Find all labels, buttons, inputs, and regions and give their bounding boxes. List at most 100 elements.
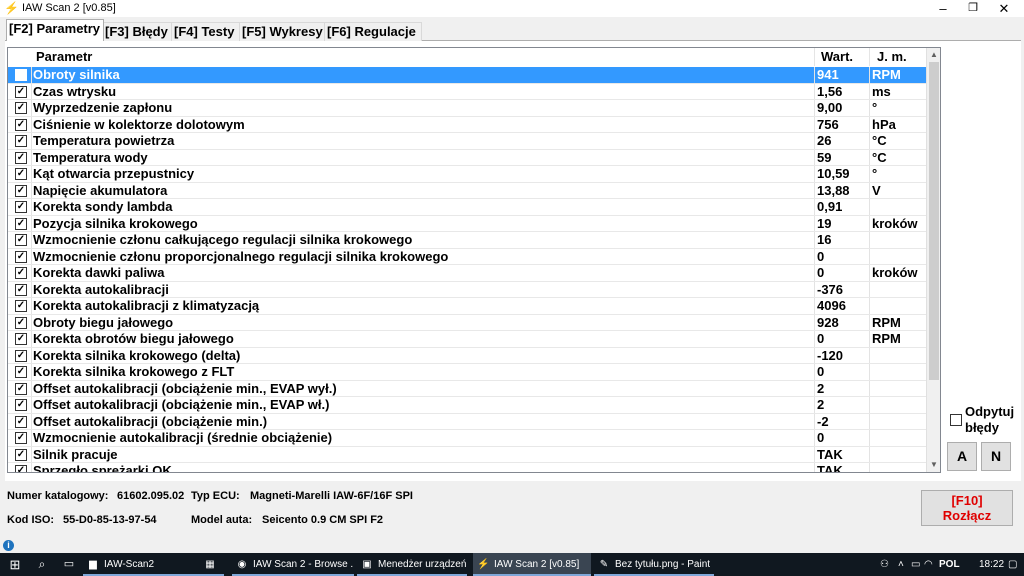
row-checkbox[interactable]: ✓ (15, 151, 27, 164)
start-windows-icon[interactable]: ⊞ (0, 553, 30, 576)
header-wart[interactable]: Wart. (821, 48, 853, 66)
header-parametr[interactable]: Parametr (36, 48, 92, 66)
search-icon[interactable]: ⌕ (30, 553, 54, 576)
notifications-icon[interactable]: ▢ (1008, 553, 1017, 576)
car-model-value: Seicento 0.9 CM SPI F2 (262, 514, 384, 526)
minimize-button[interactable]: – (927, 0, 959, 17)
table-row[interactable]: ✓ Pozycja silnika krokowego 19 kroków (8, 215, 928, 232)
parameter-table[interactable]: Parametr Wart. J. m. ✓ Obroty silnika 941 R… (7, 47, 941, 473)
table-row[interactable]: ✓ Offset autokalibracji (obciążenie min.,… (8, 397, 928, 414)
row-checkbox[interactable]: ✓ (15, 102, 27, 114)
row-checkbox[interactable]: ✓ (15, 382, 27, 395)
table-row[interactable]: ✓ Offset autokalibracji (obciążenie min.,… (8, 380, 928, 397)
row-checkbox[interactable]: ✓ (15, 448, 27, 461)
row-checkbox[interactable]: ✓ (15, 85, 27, 98)
people-icon[interactable]: ⚇ (880, 553, 889, 576)
row-checkbox[interactable]: ✓ (15, 316, 27, 329)
table-row[interactable]: ✓ Korekta silnika krokowego (delta) -120 (8, 347, 928, 364)
param-unit: °C (872, 133, 887, 148)
header-jm[interactable]: J. m. (877, 48, 907, 66)
table-row[interactable]: ✓ Temperatura wody 59 °C (8, 149, 928, 166)
taskbar-app[interactable]: ▦ (200, 553, 224, 576)
tray-chevron-icon[interactable]: ˄ (898, 553, 904, 576)
tab-bledy[interactable]: [F3] Błędy (102, 22, 174, 41)
table-row[interactable]: ✓ Obroty silnika 941 RPM (8, 67, 928, 84)
tab-testy[interactable]: [F4] Testy (171, 22, 242, 41)
param-value: -2 (817, 413, 829, 429)
table-row[interactable]: ✓ Obroty biegu jałowego 928 RPM (8, 314, 928, 331)
scroll-up-icon[interactable]: ▲ (927, 48, 940, 62)
odpytuj-bledy-checkbox[interactable] (950, 414, 962, 426)
row-checkbox[interactable]: ✓ (15, 300, 27, 312)
table-row[interactable]: ✓ Ciśnienie w kolektorze dolotowym 756 hPa (8, 116, 928, 133)
row-checkbox[interactable]: ✓ (15, 135, 27, 147)
a-button[interactable]: A (947, 442, 977, 471)
tab-wykresy[interactable]: [F5] Wykresy (239, 22, 327, 41)
taskbar-app[interactable]: ◉ IAW Scan 2 - Browse ... (232, 553, 354, 576)
taskbar-app[interactable]: ⚡ IAW Scan 2 [v0.85] (473, 553, 591, 576)
close-button[interactable]: ✕ (988, 0, 1020, 17)
taskbar-app-label: IAW Scan 2 - Browse ... (253, 559, 354, 570)
row-checkbox[interactable]: ✓ (15, 267, 27, 279)
taskbar-app[interactable]: ▆ IAW-Scan2 (83, 553, 203, 576)
table-row[interactable]: ✓ Korekta dawki paliwa 0 kroków (8, 265, 928, 282)
table-row[interactable]: ✓ Wzmocnienie autokalibracji (średnie obc… (8, 430, 928, 447)
column-divider[interactable] (869, 48, 870, 66)
row-checkbox[interactable]: ✓ (15, 69, 27, 81)
row-checkbox[interactable]: ✓ (15, 333, 27, 345)
row-checkbox[interactable]: ✓ (15, 234, 27, 246)
table-row[interactable]: ✓ Offset autokalibracji (obciążenie min.)… (8, 413, 928, 430)
scroll-thumb[interactable] (929, 62, 939, 380)
row-checkbox[interactable]: ✓ (15, 168, 27, 180)
clock[interactable]: 18:22 (979, 553, 1004, 576)
row-checkbox[interactable]: ✓ (15, 366, 27, 378)
title-bar: ⚡ IAW Scan 2 [v0.85] – ❐ ✕ (0, 0, 1024, 17)
table-row[interactable]: ✓ Wzmocnienie członu całkującego regulacj… (8, 232, 928, 249)
wifi-icon[interactable]: ◠ (924, 553, 933, 576)
row-checkbox[interactable]: ✓ (15, 399, 27, 411)
row-checkbox[interactable]: ✓ (15, 415, 27, 428)
row-checkbox[interactable]: ✓ (15, 201, 27, 213)
device-manager-icon: ▣ (362, 559, 372, 570)
maximize-button[interactable]: ❐ (957, 0, 989, 17)
column-divider[interactable] (814, 48, 815, 66)
taskbar-app[interactable]: ✎ Bez tytułu.png - Paint (594, 553, 714, 576)
param-unit (872, 232, 927, 248)
table-row[interactable]: ✓ Temperatura powietrza 26 °C (8, 133, 928, 150)
table-row[interactable]: ✓ Wzmocnienie członu proporcjonalnego reg… (8, 248, 928, 265)
disconnect-button[interactable]: [F10] Rozłącz (921, 490, 1013, 526)
taskbar-app[interactable]: ▣ Menedżer urządzeń (357, 553, 467, 576)
battery-icon[interactable]: ▭ (911, 553, 920, 576)
table-row[interactable]: ✓ Korekta silnika krokowego z FLT 0 (8, 364, 928, 381)
row-checkbox[interactable]: ✓ (15, 349, 27, 362)
table-row[interactable]: ✓ Wyprzedzenie zapłonu 9,00 ° (8, 100, 928, 117)
row-checkbox[interactable]: ✓ (15, 465, 27, 472)
param-value: 1,56 (817, 83, 843, 99)
task-view-icon[interactable]: ▭ (58, 553, 80, 576)
table-row[interactable]: ✓ Silnik pracuje TAK (8, 446, 928, 463)
row-checkbox[interactable]: ✓ (15, 432, 27, 444)
param-value: 10,59 (817, 166, 850, 181)
table-row[interactable]: ✓ Korekta obrotów biegu jałowego 0 RPM (8, 331, 928, 348)
info-icon[interactable]: i (3, 540, 14, 551)
row-checkbox[interactable]: ✓ (15, 118, 27, 131)
tab-parametry[interactable]: [F2] Parametry (6, 19, 104, 41)
n-button[interactable]: N (981, 442, 1011, 471)
row-checkbox[interactable]: ✓ (15, 184, 27, 197)
scroll-down-icon[interactable]: ▼ (927, 458, 940, 472)
tab-regulacje[interactable]: [F6] Regulacje (324, 22, 422, 41)
table-row[interactable]: ✓ Czas wtrysku 1,56 ms (8, 83, 928, 100)
param-value: TAK (817, 463, 843, 473)
row-checkbox[interactable]: ✓ (15, 250, 27, 263)
table-row[interactable]: ✓ Korekta autokalibracji -376 (8, 281, 928, 298)
row-checkbox[interactable]: ✓ (15, 283, 27, 296)
table-row[interactable]: ✓ Korekta sondy lambda 0,91 (8, 199, 928, 216)
table-row[interactable]: ✓ Napięcie akumulatora 13,88 V (8, 182, 928, 199)
table-row[interactable]: ✓ Korekta autokalibracji z klimatyzacją 40… (8, 298, 928, 315)
table-row[interactable]: ✓ Sprzęgło sprężarki OK TAK (8, 463, 928, 473)
vertical-scrollbar[interactable]: ▲ ▼ (926, 48, 940, 472)
table-header: Parametr Wart. J. m. (8, 48, 928, 66)
input-language[interactable]: POL (939, 553, 960, 576)
table-row[interactable]: ✓ Kąt otwarcia przepustnicy 10,59 ° (8, 166, 928, 183)
row-checkbox[interactable]: ✓ (15, 217, 27, 230)
